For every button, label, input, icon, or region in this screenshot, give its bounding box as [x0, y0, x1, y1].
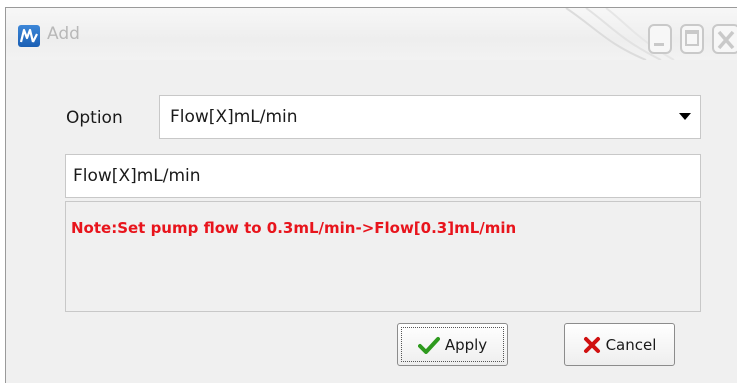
option-label: Option: [66, 108, 123, 128]
dropdown-arrow-icon[interactable]: [679, 113, 691, 120]
option-selected-value: Flow[X]mL/min: [170, 107, 298, 127]
expression-input[interactable]: [65, 154, 701, 198]
apply-label: Apply: [444, 335, 488, 354]
cross-icon: [583, 336, 601, 354]
apply-button[interactable]: Apply: [397, 323, 508, 366]
checkmark-icon: [417, 336, 440, 354]
window-title: Add: [47, 24, 80, 44]
add-dialog: Add Option Flow[X]mL/min Note:Set pump f…: [5, 7, 737, 383]
title-bar-decoration: [565, 8, 675, 60]
note-text: Note:Set pump flow to 0.3mL/min->Flow[0.…: [71, 219, 517, 237]
minimize-icon: [654, 43, 664, 46]
minimize-button[interactable]: [648, 24, 672, 54]
mass-spec-logo-icon: [18, 25, 40, 47]
cancel-button[interactable]: Cancel: [564, 323, 675, 366]
option-dropdown[interactable]: Flow[X]mL/min: [159, 95, 701, 139]
title-bar[interactable]: Add: [6, 8, 737, 60]
maximize-button[interactable]: [680, 24, 704, 54]
close-icon: [717, 30, 735, 50]
close-button[interactable]: [712, 24, 737, 54]
note-area: Note:Set pump flow to 0.3mL/min->Flow[0.…: [65, 201, 701, 312]
cancel-label: Cancel: [605, 335, 657, 354]
maximize-icon: [685, 30, 699, 46]
